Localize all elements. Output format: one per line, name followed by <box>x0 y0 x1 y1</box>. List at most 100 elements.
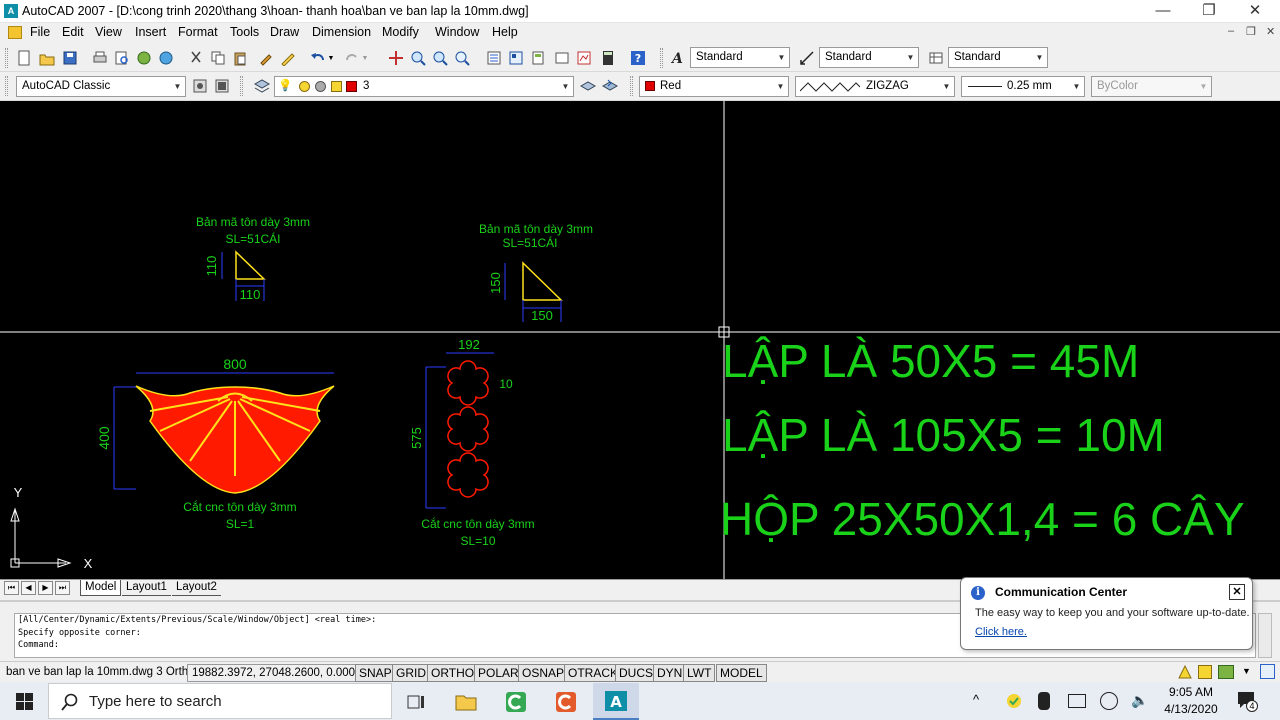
layer-select[interactable]: 💡 3 ▼ <box>274 76 574 97</box>
bubble-link[interactable]: Click here. <box>975 626 1027 638</box>
pan-icon[interactable] <box>386 48 406 68</box>
zoom-previous-icon[interactable] <box>452 48 472 68</box>
sun-icon[interactable] <box>299 81 310 92</box>
chevron-down-icon[interactable]: ▼ <box>558 77 573 96</box>
grid-toggle[interactable]: GRID <box>392 664 430 682</box>
dyn-toggle[interactable]: DYN <box>653 664 687 682</box>
autocad-app-icon[interactable]: A <box>4 4 18 18</box>
tab-layout2[interactable]: Layout2 <box>172 580 221 596</box>
open-icon[interactable] <box>37 48 57 68</box>
start-button[interactable] <box>0 683 48 720</box>
fan-ornament[interactable]: 800 400 Cắt cnc tôn dày 3mm SL=1 <box>96 356 335 531</box>
status-menu-arrow-icon[interactable]: ▼ <box>1242 666 1251 676</box>
menu-modify[interactable]: Modify <box>382 25 419 39</box>
camtasia-orange-icon[interactable] <box>543 683 589 720</box>
drawing-svg[interactable]: Bản mã tôn dày 3mm SL=51CÁI 110 110 Bản … <box>0 101 1280 579</box>
properties-icon[interactable] <box>484 48 504 68</box>
workspace-settings-icon[interactable] <box>190 76 210 96</box>
tool-palettes-icon[interactable] <box>528 48 548 68</box>
table-style-icon[interactable] <box>926 48 946 68</box>
plot-preview-icon[interactable] <box>112 48 132 68</box>
action-center-icon[interactable]: 4 <box>1236 690 1258 712</box>
lightbulb-icon[interactable]: 💡 <box>278 77 292 96</box>
menu-file[interactable]: File <box>30 25 50 39</box>
plate-110[interactable]: Bản mã tôn dày 3mm SL=51CÁI 110 110 <box>196 215 310 302</box>
menu-draw[interactable]: Draw <box>270 25 299 39</box>
plate1-triangle[interactable] <box>235 250 266 280</box>
publish-icon[interactable] <box>134 48 154 68</box>
dim-style-select[interactable]: Standard ▼ <box>819 47 919 68</box>
tray-settings-icon[interactable] <box>1218 665 1234 679</box>
ducs-toggle[interactable]: DUCS <box>615 664 658 682</box>
taskbar-search-box[interactable]: Type here to search <box>48 683 392 719</box>
clean-screen-icon[interactable] <box>1260 664 1275 679</box>
tab-layout1[interactable]: Layout1 <box>122 580 171 596</box>
text-style-icon[interactable]: A <box>668 48 688 68</box>
prev-tab-button[interactable]: ◀ <box>21 581 36 595</box>
design-center-icon[interactable] <box>506 48 526 68</box>
ortho-toggle[interactable]: ORTHO <box>427 664 479 682</box>
zoom-window-icon[interactable] <box>430 48 450 68</box>
drawing-canvas[interactable]: Bản mã tôn dày 3mm SL=51CÁI 110 110 Bản … <box>0 101 1280 579</box>
toolbar-grip[interactable] <box>5 48 8 68</box>
command-scrollbar[interactable] <box>1258 613 1272 658</box>
toolbar-grip[interactable] <box>660 48 663 68</box>
mdi-close-button[interactable]: ✕ <box>1266 25 1275 38</box>
layer-properties-icon[interactable] <box>252 76 272 96</box>
close-button[interactable]: ✕ <box>1232 0 1278 23</box>
plate2-triangle[interactable] <box>522 261 563 301</box>
menu-edit[interactable]: Edit <box>62 25 84 39</box>
menu-help[interactable]: Help <box>492 25 518 39</box>
cut-icon[interactable] <box>186 48 206 68</box>
undo-dropdown-icon[interactable]: ▼ <box>326 48 336 68</box>
camtasia-green-icon[interactable] <box>493 683 539 720</box>
tab-model[interactable]: Model <box>80 580 122 596</box>
warning-icon[interactable] <box>1178 664 1192 679</box>
show-hidden-icons-chevron-icon[interactable]: ^ <box>973 692 979 707</box>
note-line-1[interactable]: LẬP LÀ 50X5 = 45M <box>722 335 1139 387</box>
lock-icon[interactable] <box>1198 665 1212 679</box>
lineweight-select[interactable]: 0.25 mm ▼ <box>961 76 1085 97</box>
restore-button[interactable]: ❐ <box>1186 0 1232 23</box>
minimize-button[interactable]: — <box>1140 0 1186 23</box>
chevron-down-icon[interactable]: ▼ <box>939 77 954 96</box>
new-icon[interactable] <box>14 48 34 68</box>
lwt-toggle[interactable]: LWT <box>683 664 716 682</box>
linetype-select[interactable]: ZIGZAG ▼ <box>795 76 955 97</box>
zoom-realtime-icon[interactable] <box>408 48 428 68</box>
document-icon[interactable] <box>8 26 22 39</box>
text-style-select[interactable]: Standard ▼ <box>690 47 790 68</box>
snap-toggle[interactable]: SNAP <box>355 664 396 682</box>
table-style-select[interactable]: Standard ▼ <box>948 47 1048 68</box>
help-icon[interactable]: ? <box>628 48 648 68</box>
markup-icon[interactable] <box>574 48 594 68</box>
autocad-taskbar-icon[interactable]: A <box>593 683 639 720</box>
next-tab-button[interactable]: ▶ <box>38 581 53 595</box>
task-view-icon[interactable] <box>393 683 439 720</box>
toolbar-grip[interactable] <box>630 76 633 96</box>
viewport-freeze-icon[interactable] <box>315 81 326 92</box>
mdi-restore-button[interactable]: ❐ <box>1246 25 1256 38</box>
redo-dropdown-icon[interactable]: ▼ <box>360 48 370 68</box>
bubble-close-button[interactable]: ✕ <box>1229 584 1245 600</box>
first-tab-button[interactable]: ⏮ <box>4 581 19 595</box>
polar-toggle[interactable]: POLAR <box>474 664 523 682</box>
microphone-icon[interactable] <box>1038 692 1050 710</box>
note-line-2[interactable]: LẬP LÀ 105X5 = 10M <box>722 409 1165 461</box>
osnap-toggle[interactable]: OSNAP <box>518 664 569 682</box>
undo-icon[interactable] <box>308 48 328 68</box>
file-explorer-icon[interactable] <box>443 683 489 720</box>
toolbar-grip[interactable] <box>5 76 8 96</box>
network-globe-icon[interactable] <box>1100 692 1118 710</box>
chevron-down-icon[interactable]: ▼ <box>1069 77 1084 96</box>
chevron-down-icon[interactable]: ▼ <box>1032 48 1047 67</box>
menu-tools[interactable]: Tools <box>230 25 259 39</box>
note-line-3[interactable]: HỘP 25X50X1,4 = 6 CÂY <box>720 493 1245 545</box>
plot-icon[interactable] <box>90 48 110 68</box>
antivirus-tray-icon[interactable] <box>1005 693 1023 709</box>
sheet-set-icon[interactable] <box>552 48 572 68</box>
chevron-down-icon[interactable]: ▼ <box>170 77 185 96</box>
make-object-layer-current-icon[interactable] <box>578 76 598 96</box>
toolbar-grip[interactable] <box>240 76 243 96</box>
clover-strip[interactable]: 192 575 10 Cắt cnc tôn dày 3mm SL=10 <box>409 337 535 548</box>
